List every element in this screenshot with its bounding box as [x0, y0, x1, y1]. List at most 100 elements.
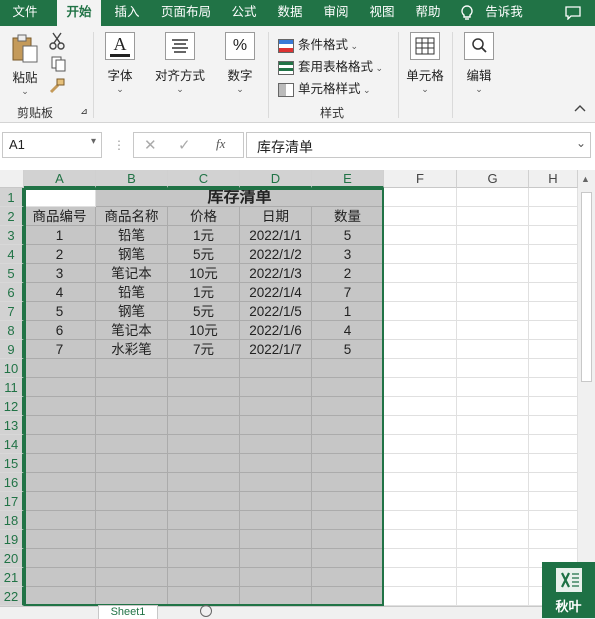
cell-styles-button[interactable]: 单元格样式 ⌄: [278, 78, 371, 97]
grid-cell[interactable]: [384, 454, 457, 473]
grid-cell[interactable]: [96, 435, 168, 454]
grid-cell[interactable]: [384, 397, 457, 416]
grid-cell[interactable]: [529, 511, 578, 530]
grid-cell[interactable]: [457, 416, 529, 435]
grid-cell[interactable]: [529, 264, 578, 283]
drag-handle-icon[interactable]: ⋮: [113, 138, 125, 152]
grid-cell[interactable]: [168, 530, 240, 549]
grid-cell[interactable]: [24, 549, 96, 568]
grid-cell[interactable]: [24, 378, 96, 397]
grid-cell[interactable]: [168, 435, 240, 454]
grid-cell[interactable]: [457, 549, 529, 568]
grid-cell[interactable]: [529, 454, 578, 473]
table-cell[interactable]: 钢笔: [96, 302, 168, 321]
row-header[interactable]: 8: [0, 321, 24, 340]
grid-cell[interactable]: [168, 492, 240, 511]
grid-cell[interactable]: [384, 568, 457, 587]
insert-function-icon[interactable]: fx: [216, 136, 225, 152]
collapse-ribbon-icon[interactable]: [572, 102, 588, 116]
grid-cell[interactable]: [240, 568, 312, 587]
sheet-tab[interactable]: Sheet1: [98, 605, 158, 619]
grid-cell[interactable]: [312, 397, 384, 416]
grid-cell[interactable]: [384, 207, 457, 226]
table-cell[interactable]: 数量: [312, 207, 384, 226]
grid-cell[interactable]: [457, 587, 529, 606]
row-header[interactable]: 15: [0, 454, 24, 473]
table-cell[interactable]: 1元: [168, 226, 240, 245]
grid-cell[interactable]: [312, 492, 384, 511]
table-cell[interactable]: 2022/1/2: [240, 245, 312, 264]
cancel-icon[interactable]: ✕: [144, 136, 157, 154]
grid-cell[interactable]: [384, 549, 457, 568]
grid-cell[interactable]: [24, 435, 96, 454]
grid-cell[interactable]: [529, 226, 578, 245]
table-cell[interactable]: 2022/1/4: [240, 283, 312, 302]
row-header[interactable]: 18: [0, 511, 24, 530]
table-cell[interactable]: 商品编号: [24, 207, 96, 226]
table-cell[interactable]: 10元: [168, 264, 240, 283]
copy-button[interactable]: [47, 56, 71, 75]
grid-cell[interactable]: [240, 359, 312, 378]
grid-cell[interactable]: [384, 435, 457, 454]
table-cell[interactable]: 铅笔: [96, 283, 168, 302]
grid-cell[interactable]: [384, 245, 457, 264]
grid-cell[interactable]: [24, 416, 96, 435]
table-cell[interactable]: 7元: [168, 340, 240, 359]
grid-cell[interactable]: [529, 207, 578, 226]
tab-formulas[interactable]: 公式: [226, 0, 262, 26]
tab-help[interactable]: 帮助: [410, 0, 446, 26]
enter-check-icon[interactable]: ✓: [178, 136, 191, 154]
grid-cell[interactable]: [457, 283, 529, 302]
row-header[interactable]: 16: [0, 473, 24, 492]
grid-cell[interactable]: [529, 435, 578, 454]
cells-button[interactable]: 单元格 ⌄: [403, 32, 447, 95]
column-header[interactable]: C: [168, 170, 240, 188]
grid-cell[interactable]: [529, 245, 578, 264]
grid-cell[interactable]: [457, 321, 529, 340]
column-header[interactable]: B: [96, 170, 168, 188]
grid-cell[interactable]: [457, 340, 529, 359]
grid-cell[interactable]: [240, 378, 312, 397]
grid-cell[interactable]: [312, 587, 384, 606]
grid-cell[interactable]: [168, 511, 240, 530]
column-header[interactable]: A: [24, 170, 96, 188]
grid-cell[interactable]: [96, 530, 168, 549]
row-header[interactable]: 12: [0, 397, 24, 416]
grid-cell[interactable]: [457, 397, 529, 416]
grid-cell[interactable]: [168, 378, 240, 397]
grid-cell[interactable]: [24, 568, 96, 587]
grid-cell[interactable]: [384, 416, 457, 435]
row-header[interactable]: 17: [0, 492, 24, 511]
grid-cell[interactable]: [312, 454, 384, 473]
grid-cell[interactable]: [168, 473, 240, 492]
grid-cell[interactable]: [96, 511, 168, 530]
grid-cell[interactable]: [312, 359, 384, 378]
grid-cell[interactable]: [384, 264, 457, 283]
grid-cell[interactable]: [96, 378, 168, 397]
row-header[interactable]: 2: [0, 207, 24, 226]
grid-cell[interactable]: [384, 321, 457, 340]
format-as-table-button[interactable]: 套用表格格式 ⌄: [278, 56, 383, 75]
table-cell[interactable]: 笔记本: [96, 264, 168, 283]
alignment-button[interactable]: 对齐方式 ⌄: [150, 32, 210, 95]
grid-cell[interactable]: [457, 188, 529, 207]
table-cell[interactable]: 水彩笔: [96, 340, 168, 359]
row-header[interactable]: 6: [0, 283, 24, 302]
grid-cell[interactable]: [457, 435, 529, 454]
format-painter-button[interactable]: [47, 78, 67, 97]
table-cell[interactable]: 1元: [168, 283, 240, 302]
grid-cell[interactable]: [529, 397, 578, 416]
table-cell[interactable]: 5: [24, 302, 96, 321]
table-cell[interactable]: 5: [312, 226, 384, 245]
table-cell[interactable]: 6: [24, 321, 96, 340]
grid-cell[interactable]: [457, 530, 529, 549]
grid-cell[interactable]: [240, 397, 312, 416]
table-cell[interactable]: 2022/1/1: [240, 226, 312, 245]
table-cell[interactable]: 5: [312, 340, 384, 359]
paste-button[interactable]: 粘贴 ⌄: [8, 34, 42, 97]
row-header[interactable]: 1: [0, 188, 24, 207]
row-header[interactable]: 20: [0, 549, 24, 568]
grid-cell[interactable]: [312, 530, 384, 549]
lightbulb-icon[interactable]: [458, 0, 476, 26]
grid-cell[interactable]: [240, 416, 312, 435]
